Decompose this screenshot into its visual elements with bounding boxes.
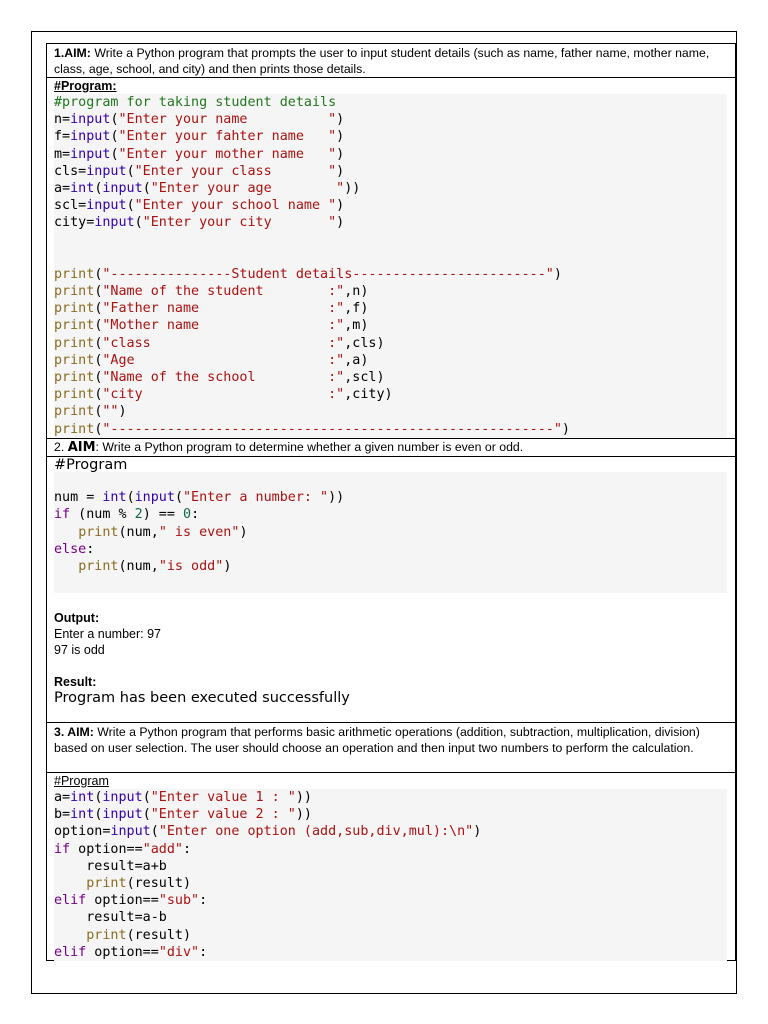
section1-program-label: #Program: xyxy=(54,79,117,93)
code-line: city=input("Enter your city ") xyxy=(54,215,345,231)
code-line: f=input("Enter your fahter name ") xyxy=(54,129,345,145)
section2-output-line: Enter a number: 97 xyxy=(54,627,162,641)
code-line: ​ xyxy=(54,472,727,489)
document-table: 1.AIM: Write a Python program that promp… xyxy=(46,43,736,961)
section2-aim: 2. AIM: Write a Python program to determ… xyxy=(54,440,524,455)
section2-output-label: Output: xyxy=(54,611,100,625)
section3-code-block: a=int(input("Enter value 1 : ")) b=int(in… xyxy=(54,789,727,961)
section2-code-block: ​num = int(input("Enter a number: "))if … xyxy=(54,472,727,593)
code-line: print(num," is even") xyxy=(78,524,248,540)
code-line: print("Age :",a) xyxy=(54,352,369,368)
section1-aim: 1.AIM: Write a Python program that promp… xyxy=(54,45,729,77)
code-line: print("---------------------------------… xyxy=(54,421,570,437)
section2-output-line: 97 is odd xyxy=(54,643,105,657)
code-line: print("city :",city) xyxy=(54,387,393,403)
code-line: n=input("Enter your name ") xyxy=(54,112,345,128)
code-line: result=a+b xyxy=(54,858,167,874)
code-line: if (num % 2) == 0: xyxy=(54,507,200,523)
code-line: print("---------------Student details---… xyxy=(54,266,562,282)
code-line: option=input("Enter one option (add,sub,… xyxy=(54,824,482,840)
code-line: num = int(input("Enter a number: ")) xyxy=(54,490,345,506)
divider xyxy=(47,722,735,723)
code-line: ​ xyxy=(54,232,727,249)
code-line: m=input("Enter your mother name ") xyxy=(54,146,345,162)
code-line: ​ xyxy=(54,249,727,266)
code-line: print("Mother name :",m) xyxy=(54,318,369,334)
section1-aim-label: 1.AIM: xyxy=(54,46,91,60)
code-line: print("") xyxy=(54,404,127,420)
code-line: else: xyxy=(54,541,95,557)
divider xyxy=(47,77,735,78)
code-line: print("class :",cls) xyxy=(54,335,385,351)
code-line: elif option=="div": xyxy=(54,944,208,960)
section3-aim: 3. AIM: Write a Python program that perf… xyxy=(54,724,729,772)
code-line: result=a-b xyxy=(54,910,167,926)
code-line: a=int(input("Enter value 1 : ")) xyxy=(54,790,312,805)
section2-result-text: Program has been executed successfully xyxy=(54,690,350,706)
section2-aim-label: AIM xyxy=(67,440,96,455)
code-line: print(result) xyxy=(86,875,192,891)
section1-code-block: #program for taking student details n=inp… xyxy=(54,94,727,438)
section1-aim-text: Write a Python program that prompts the … xyxy=(54,46,710,77)
section3-aim-label: 3. AIM: xyxy=(54,725,94,739)
code-line: print(result) xyxy=(86,927,192,943)
code-line: b=int(input("Enter value 2 : ")) xyxy=(54,807,312,823)
code-line: elif option=="sub": xyxy=(54,893,208,909)
code-line: print("Name of the school :",scl) xyxy=(54,370,385,385)
section3-aim-text: Write a Python program that performs bas… xyxy=(54,725,700,756)
code-line: ​ xyxy=(54,592,727,609)
section2-aim-text: : Write a Python program to determine wh… xyxy=(95,440,524,454)
code-line: if option=="add": xyxy=(54,841,192,857)
code-line: ​ xyxy=(54,575,727,592)
code-line: cls=input("Enter your class ") xyxy=(54,163,345,179)
code-line: print("Father name :",f) xyxy=(54,301,369,317)
code-line: scl=input("Enter your school name ") xyxy=(54,198,345,214)
code-line: a=int(input("Enter your age ")) xyxy=(54,180,361,196)
section3-program-label: #Program xyxy=(54,774,109,788)
code-line: #program for taking student details xyxy=(54,95,337,110)
code-line: print(num,"is odd") xyxy=(78,558,232,574)
code-line: print("Name of the student :",n) xyxy=(54,284,369,300)
